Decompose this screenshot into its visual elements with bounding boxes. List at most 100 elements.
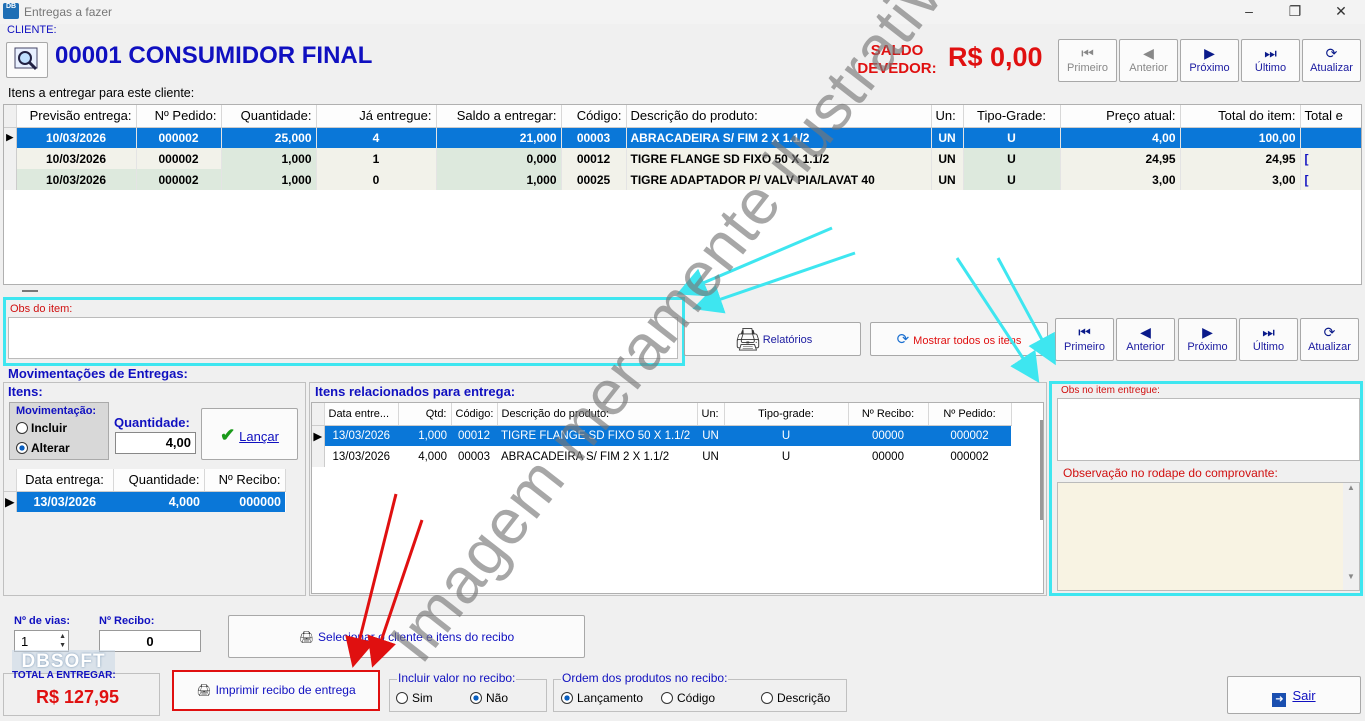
first-icon: ⏮ [1081,45,1094,61]
vias-stepper[interactable]: 1 ▲ ▼ [14,630,69,652]
table-row[interactable]: 10/03/2026 000002 1,000 0 1,000 00025 TI… [4,169,1361,190]
cell-descricao: ABRACADEIRA S/ FIM 2 X 1.1/2 [501,450,670,463]
printer-icon: 🖨 [298,630,315,644]
nav-top-refresh-label: Atualizar [1310,62,1353,74]
nav-mid-first-button[interactable]: ⏮ Primeiro [1055,318,1114,361]
nav-top-next-button[interactable]: ▶ Próximo [1180,39,1239,82]
col-header-codigo[interactable]: Código: [451,403,498,426]
table-row[interactable]: ▶ 13/03/2026 1,000 00012 TIGRE FLANGE SD… [312,425,1011,446]
refresh-icon: ⟳ [1325,45,1338,61]
spin-arrows-icon[interactable]: ▲ ▼ [59,632,66,650]
obs-rodape-scrollbar[interactable]: ▲ ▼ [1343,483,1359,590]
obs-item-input[interactable] [8,317,678,359]
close-button[interactable]: ✕ [1318,0,1364,24]
obs-rodape-input[interactable] [1057,482,1360,591]
col-header-codigo[interactable]: Código: [561,105,627,128]
minimize-button[interactable]: – [1226,0,1272,24]
nao-radio[interactable]: Não [470,691,508,705]
incluir-radio[interactable]: Incluir [16,421,67,435]
imprimir-button[interactable]: 🖨 Imprimir recibo de entrega [172,670,380,711]
col-header-tipo-grade[interactable]: Tipo-Grade: [963,105,1061,128]
col-header-data-entrega[interactable]: Data entre... [324,403,399,426]
cell-data-entrega: 13/03/2026 [332,450,391,463]
app-icon: DB [3,3,19,19]
items-section-title: Itens a entregar para este cliente: [8,86,195,100]
entregas-grid[interactable]: Data entrega: Quantidade: Nº Recibo: ▶ 1… [4,469,304,594]
next-icon: ▶ [1204,45,1215,61]
related-grid[interactable]: Data entre... Qtd: Código: Descrição do … [311,402,1044,594]
nav-mid-prev-button[interactable]: ◀ Anterior [1116,318,1175,361]
selecionar-button[interactable]: 🖨 Selecionar o cliente e itens do recibo [228,615,585,658]
col-header-pedido[interactable]: Nº Pedido: [136,105,222,128]
nao-label: Não [486,691,509,705]
itens-label: Itens: [8,384,43,399]
col-header-un[interactable]: Un: [697,403,725,426]
col-header-previsao[interactable]: Previsão entrega: [16,105,137,128]
col-header-quantidade[interactable]: Quantidade: [221,105,317,128]
cell-recibo: 00000 [848,425,928,446]
relatorios-button[interactable]: 🖨Relatórios [684,322,861,356]
nav-mid-refresh-button[interactable]: ⟳ Atualizar [1300,318,1359,361]
nav-top-first-button[interactable]: ⏮ Primeiro [1058,39,1117,82]
table-row[interactable]: ▶ 13/03/2026 4,000 000000 [4,491,285,512]
col-header-un[interactable]: Un: [931,105,964,128]
col-header-descricao[interactable]: Descrição do produto: [497,403,698,426]
nav-mid-last-button[interactable]: ⏭ Último [1239,318,1298,361]
nav-mid-next-button[interactable]: ▶ Próximo [1178,318,1237,361]
col-header-total-e[interactable]: Total e [1300,105,1361,128]
search-client-button[interactable] [6,42,48,78]
cell-previsao: 10/03/2026 [16,148,137,169]
codigo-radio[interactable]: Código [661,691,715,705]
nav-top-refresh-button[interactable]: ⟳ Atualizar [1302,39,1361,82]
col-header-preco[interactable]: Preço atual: [1060,105,1181,128]
col-header-recibo[interactable]: Nº Recibo: [204,469,286,492]
col-header-tipo-grade[interactable]: Tipo-grade: [724,403,849,426]
sim-radio[interactable]: Sim [396,691,433,705]
col-header-recibo[interactable]: Nº Recibo: [848,403,929,426]
quantidade-input[interactable]: 4,00 [115,432,196,454]
lancar-button[interactable]: ✔ Lançar [201,408,298,460]
scrollbar[interactable] [1040,420,1043,520]
table-row[interactable]: ▶ 10/03/2026 000002 25,000 4 21,000 0000… [4,127,1361,148]
cell-total-e [1300,127,1361,148]
table-row[interactable]: 13/03/2026 4,000 00003 ABRACADEIRA S/ FI… [312,446,1011,467]
cell-data-entrega: 13/03/2026 [324,425,398,446]
col-header-quantidade[interactable]: Quantidade: [113,469,205,492]
incluir-valor-label: Incluir valor no recibo: [397,671,517,685]
nav-top-last-button[interactable]: ⏭ Último [1241,39,1300,82]
sair-button[interactable]: ➜ Sair [1227,676,1361,714]
lancamento-radio[interactable]: Lançamento [561,691,643,705]
descricao-label: Descrição [777,691,831,705]
radio-off-icon [661,692,673,704]
alterar-radio[interactable]: Alterar [16,441,70,455]
mostrar-todos-button[interactable]: ⟳ Mostrar todos os itens [870,322,1048,356]
scroll-up-icon[interactable]: ▲ [1343,483,1359,492]
radio-on-icon [561,692,573,704]
col-header-data-entrega[interactable]: Data entrega: [16,469,114,492]
scroll-down-icon[interactable]: ▼ [1343,572,1359,581]
first-icon: ⏮ [1078,324,1091,340]
sim-label: Sim [412,691,433,705]
nav-top-prev-button[interactable]: ◀ Anterior [1119,39,1178,82]
col-header-ja-entregue[interactable]: Já entregue: [316,105,437,128]
table-row[interactable]: 10/03/2026 000002 1,000 1 0,000 00012 TI… [4,148,1361,169]
col-header-qtd[interactable]: Qtd: [398,403,452,426]
col-header-pedido[interactable]: Nº Pedido: [928,403,1012,426]
splitter-handle[interactable] [22,290,38,292]
nav-mid-refresh-label: Atualizar [1308,341,1351,353]
items-grid[interactable]: Previsão entrega: Nº Pedido: Quantidade:… [3,104,1362,285]
nav-mid-prev-label: Anterior [1126,341,1165,353]
col-header-descricao[interactable]: Descrição do produto: [626,105,932,128]
radio-off-icon [16,422,28,434]
obs-rodape-label: Observação no rodape do comprovante: [1063,466,1278,480]
col-header-saldo[interactable]: Saldo a entregar: [436,105,562,128]
col-header-total-item[interactable]: Total do item: [1180,105,1301,128]
grid-corner [4,105,17,128]
recibo-input[interactable]: 0 [99,630,201,652]
row-indicator [4,169,17,190]
total-label: TOTAL A ENTREGAR: [12,670,116,681]
descricao-radio[interactable]: Descrição [761,691,830,705]
maximize-button[interactable]: ❐ [1272,0,1318,24]
obs-entregue-input[interactable] [1057,398,1360,461]
cell-codigo: 00012 [561,148,627,169]
